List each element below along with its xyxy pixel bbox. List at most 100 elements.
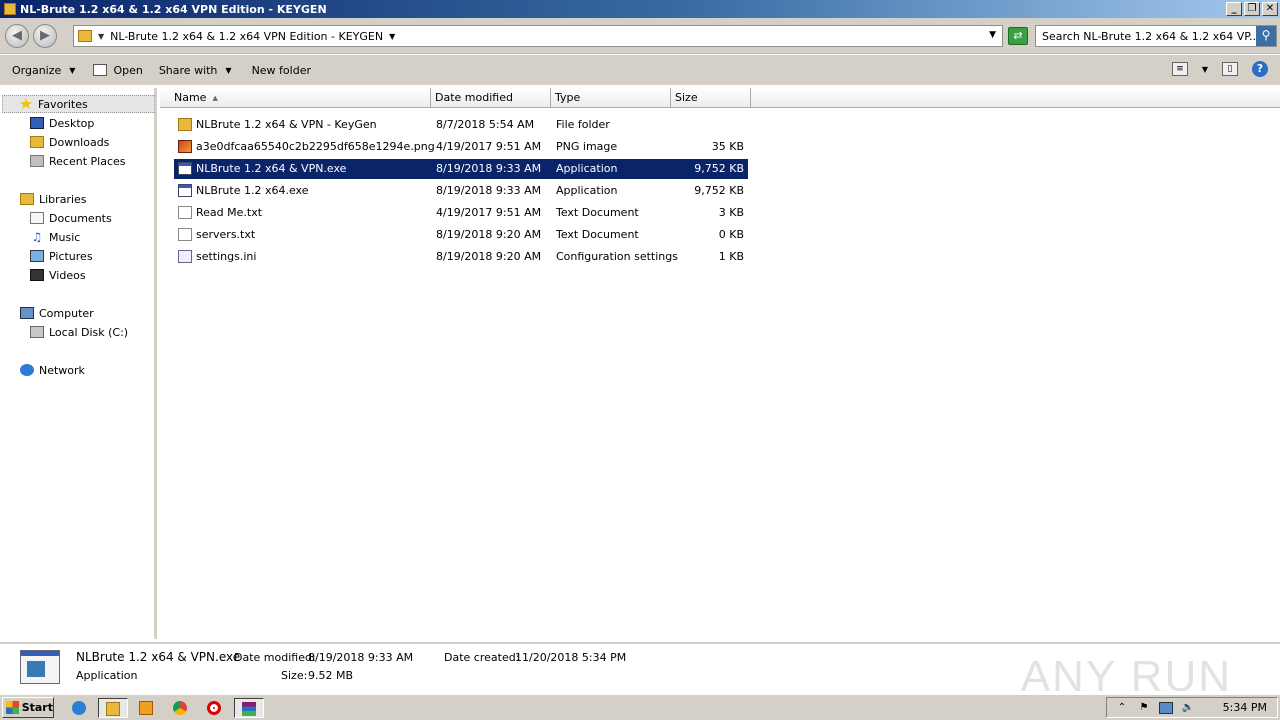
clock[interactable]: 5:34 PM bbox=[1223, 701, 1267, 714]
file-date: 4/19/2017 9:51 AM bbox=[436, 140, 542, 153]
file-type: Application bbox=[556, 162, 618, 175]
taskbar-opera[interactable] bbox=[203, 698, 225, 718]
back-button[interactable]: ◀ bbox=[5, 24, 29, 48]
file-type: Text Document bbox=[556, 228, 639, 241]
file-type: File folder bbox=[556, 118, 610, 131]
details-pane: NLBrute 1.2 x64 & VPN.exe Application Da… bbox=[0, 642, 1280, 701]
search-input[interactable]: Search NL-Brute 1.2 x64 & 1.2 x64 VP... … bbox=[1035, 25, 1277, 47]
title-bar[interactable]: NL-Brute 1.2 x64 & 1.2 x64 VPN Edition -… bbox=[0, 0, 1280, 18]
nav-pictures[interactable]: Pictures bbox=[30, 247, 93, 265]
file-row[interactable]: settings.ini 8/19/2018 9:20 AM Configura… bbox=[174, 247, 748, 267]
breadcrumb-arrow-icon[interactable]: ▼ bbox=[98, 32, 104, 41]
maximize-button[interactable]: ❐ bbox=[1244, 2, 1260, 16]
flag-icon[interactable]: ⚑ bbox=[1137, 702, 1151, 714]
taskbar-internet-explorer[interactable] bbox=[68, 698, 90, 718]
file-name: settings.ini bbox=[196, 250, 257, 263]
settings-file-icon bbox=[178, 250, 192, 263]
help-icon[interactable]: ? bbox=[1252, 61, 1268, 77]
column-header-date[interactable]: Date modified bbox=[431, 88, 551, 108]
refresh-button[interactable]: ⇄ bbox=[1008, 27, 1028, 45]
file-row[interactable]: NLBrute 1.2 x64 & VPN - KeyGen 8/7/2018 … bbox=[174, 115, 748, 135]
nav-label: Favorites bbox=[38, 97, 88, 111]
media-player-icon bbox=[139, 701, 153, 715]
change-view-icon[interactable]: ≡ bbox=[1171, 62, 1188, 76]
network-icon[interactable] bbox=[1159, 701, 1173, 714]
details-size-value: 9.52 MB bbox=[308, 669, 354, 682]
new-folder-button[interactable]: New folder bbox=[252, 64, 311, 77]
nav-libraries[interactable]: Libraries bbox=[20, 190, 87, 208]
open-icon bbox=[93, 64, 108, 76]
address-history-dropdown[interactable]: ▼ bbox=[989, 30, 996, 40]
preview-pane-icon[interactable]: ▯ bbox=[1222, 62, 1238, 76]
nav-documents[interactable]: Documents bbox=[30, 209, 112, 227]
nav-music[interactable]: ♫ Music bbox=[30, 228, 81, 246]
file-size: 9,752 KB bbox=[694, 184, 744, 197]
nav-label: Downloads bbox=[49, 135, 110, 149]
close-button[interactable]: ✕ bbox=[1262, 2, 1278, 16]
start-button[interactable]: Start bbox=[2, 697, 54, 718]
minimize-button[interactable]: _ bbox=[1226, 2, 1242, 16]
taskbar-chrome[interactable] bbox=[169, 698, 191, 718]
nav-recent-places[interactable]: Recent Places bbox=[30, 152, 126, 170]
nav-network[interactable]: Network bbox=[20, 361, 85, 379]
folder-icon bbox=[106, 702, 120, 716]
chrome-icon bbox=[173, 701, 187, 715]
chevron-down-icon: ▼ bbox=[225, 65, 232, 75]
file-date: 8/19/2018 9:33 AM bbox=[436, 162, 542, 175]
nav-videos[interactable]: Videos bbox=[30, 266, 86, 284]
file-name: a3e0dfcaa65540c2b2295df658e1294e.png bbox=[196, 140, 435, 153]
column-header-name[interactable]: Name ▲ bbox=[160, 88, 431, 108]
details-filename: NLBrute 1.2 x64 & VPN.exe bbox=[76, 650, 241, 664]
file-row-selected[interactable]: NLBrute 1.2 x64 & VPN.exe 8/19/2018 9:33… bbox=[174, 159, 748, 179]
disk-icon bbox=[30, 326, 44, 338]
file-row[interactable]: a3e0dfcaa65540c2b2295df658e1294e.png 4/1… bbox=[174, 137, 748, 157]
view-controls: ≡ ▼ ▯ ? bbox=[1171, 61, 1268, 77]
nav-local-disk[interactable]: Local Disk (C:) bbox=[30, 323, 128, 341]
taskbar-media-player[interactable] bbox=[135, 698, 157, 718]
documents-icon bbox=[30, 212, 44, 224]
share-with-label: Share with bbox=[158, 63, 218, 77]
file-type: Text Document bbox=[556, 206, 639, 219]
details-size-label: Size: bbox=[281, 669, 308, 682]
nav-label: Desktop bbox=[49, 116, 95, 130]
forward-button[interactable]: ▶ bbox=[33, 24, 57, 48]
column-label: Name bbox=[174, 91, 207, 104]
taskbar-winrar[interactable] bbox=[234, 698, 264, 718]
share-with-button[interactable]: Share with ▼ bbox=[159, 64, 232, 77]
address-field[interactable]: ▼ NL-Brute 1.2 x64 & 1.2 x64 VPN Edition… bbox=[73, 25, 1003, 47]
breadcrumb[interactable]: NL-Brute 1.2 x64 & 1.2 x64 VPN Edition -… bbox=[110, 30, 383, 43]
column-header-type[interactable]: Type bbox=[551, 88, 671, 108]
nav-downloads[interactable]: Downloads bbox=[30, 133, 109, 151]
file-name: NLBrute 1.2 x64 & VPN - KeyGen bbox=[196, 118, 377, 131]
window-title: NL-Brute 1.2 x64 & 1.2 x64 VPN Edition -… bbox=[20, 2, 327, 16]
application-icon bbox=[178, 184, 192, 197]
chevron-down-icon[interactable]: ▼ bbox=[389, 32, 395, 41]
search-icon[interactable]: ⚲ bbox=[1256, 26, 1276, 46]
column-label: Type bbox=[555, 91, 581, 104]
nav-computer[interactable]: Computer bbox=[20, 304, 94, 322]
folder-icon bbox=[178, 118, 192, 131]
organize-button[interactable]: Organize ▼ bbox=[12, 64, 75, 77]
image-file-icon bbox=[178, 140, 192, 153]
text-file-icon bbox=[178, 206, 192, 219]
file-name: NLBrute 1.2 x64 & VPN.exe bbox=[196, 162, 347, 175]
nav-favorites[interactable]: Favorites bbox=[2, 95, 155, 113]
command-bar: Organize ▼ Open Share with ▼ New folder … bbox=[0, 55, 1280, 85]
file-row[interactable]: Read Me.txt 4/19/2017 9:51 AM Text Docum… bbox=[174, 203, 748, 223]
address-bar-area: ◀ ▶ ▼ NL-Brute 1.2 x64 & 1.2 x64 VPN Edi… bbox=[0, 18, 1280, 54]
taskbar: Start ⌃ ⚑ 🔈 5:34 PM bbox=[0, 694, 1280, 720]
application-icon bbox=[20, 650, 60, 684]
chevron-down-icon[interactable]: ▼ bbox=[1202, 65, 1208, 74]
details-created-value: 11/20/2018 5:34 PM bbox=[515, 651, 627, 664]
show-hidden-icons-icon[interactable]: ⌃ bbox=[1115, 702, 1129, 714]
file-row[interactable]: NLBrute 1.2 x64.exe 8/19/2018 9:33 AM Ap… bbox=[174, 181, 748, 201]
volume-icon[interactable]: 🔈 bbox=[1181, 702, 1195, 714]
column-header-size[interactable]: Size bbox=[671, 88, 751, 108]
open-button[interactable]: Open bbox=[93, 64, 143, 77]
nav-label: Music bbox=[49, 230, 81, 244]
file-row[interactable]: servers.txt 8/19/2018 9:20 AM Text Docum… bbox=[174, 225, 748, 245]
file-list: Name ▲ Date modified Type Size NLBrute 1… bbox=[160, 88, 1280, 639]
column-label: Date modified bbox=[435, 91, 513, 104]
taskbar-explorer[interactable] bbox=[98, 698, 128, 718]
nav-desktop[interactable]: Desktop bbox=[30, 114, 94, 132]
